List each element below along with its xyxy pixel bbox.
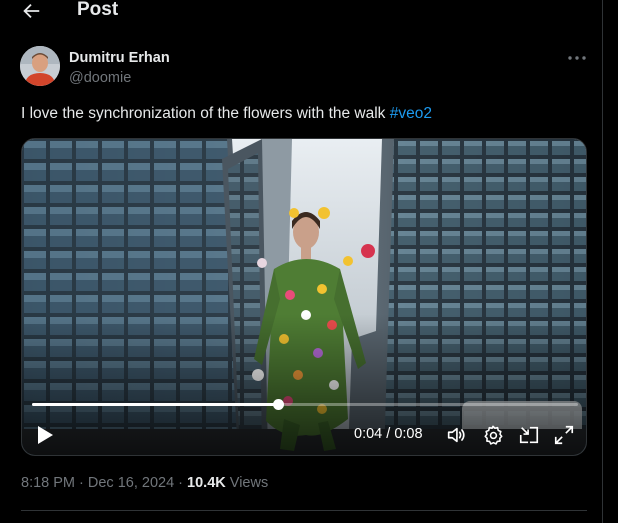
video-player[interactable]: 0:04 / 0:08 (21, 138, 587, 456)
meta-separator: · (75, 475, 88, 491)
fullscreen-icon[interactable] (553, 424, 575, 446)
post-metadata: 8:18 PM · Dec 16, 2024 · 10.4K Views (21, 475, 268, 491)
post-time[interactable]: 8:18 PM (21, 475, 75, 491)
top-bar: Post (0, 0, 602, 24)
user-avatar-icon (20, 46, 60, 86)
play-icon[interactable] (36, 425, 54, 445)
avatar[interactable] (20, 46, 60, 86)
divider (21, 510, 587, 511)
author-handle[interactable]: @doomie (69, 70, 131, 86)
post-text: I love the synchronization of the flower… (21, 105, 432, 123)
gear-icon[interactable] (482, 424, 504, 446)
more-horizontal-icon[interactable] (566, 51, 588, 65)
picture-in-picture-icon[interactable] (518, 424, 540, 446)
arrow-left-icon[interactable] (20, 0, 42, 22)
volume-icon[interactable] (445, 424, 467, 446)
progress-fill (32, 403, 278, 406)
author-name[interactable]: Dumitru Erhan (69, 50, 170, 66)
views-label: Views (225, 475, 269, 491)
progress-bar[interactable] (32, 399, 578, 410)
progress-handle[interactable] (272, 399, 284, 410)
post-date[interactable]: Dec 16, 2024 (88, 475, 174, 491)
duration: 0:08 (394, 426, 423, 442)
column-border (602, 0, 603, 523)
hashtag-link[interactable]: #veo2 (390, 105, 432, 122)
views-count: 10.4K (187, 475, 226, 491)
time-separator: / (382, 426, 395, 442)
meta-separator: · (174, 475, 188, 491)
page-title: Post (77, 0, 119, 20)
post-body: I love the synchronization of the flower… (21, 105, 390, 122)
current-time: 0:04 (354, 426, 383, 442)
video-frame (22, 139, 586, 455)
video-time: 0:04 / 0:08 (354, 426, 423, 442)
